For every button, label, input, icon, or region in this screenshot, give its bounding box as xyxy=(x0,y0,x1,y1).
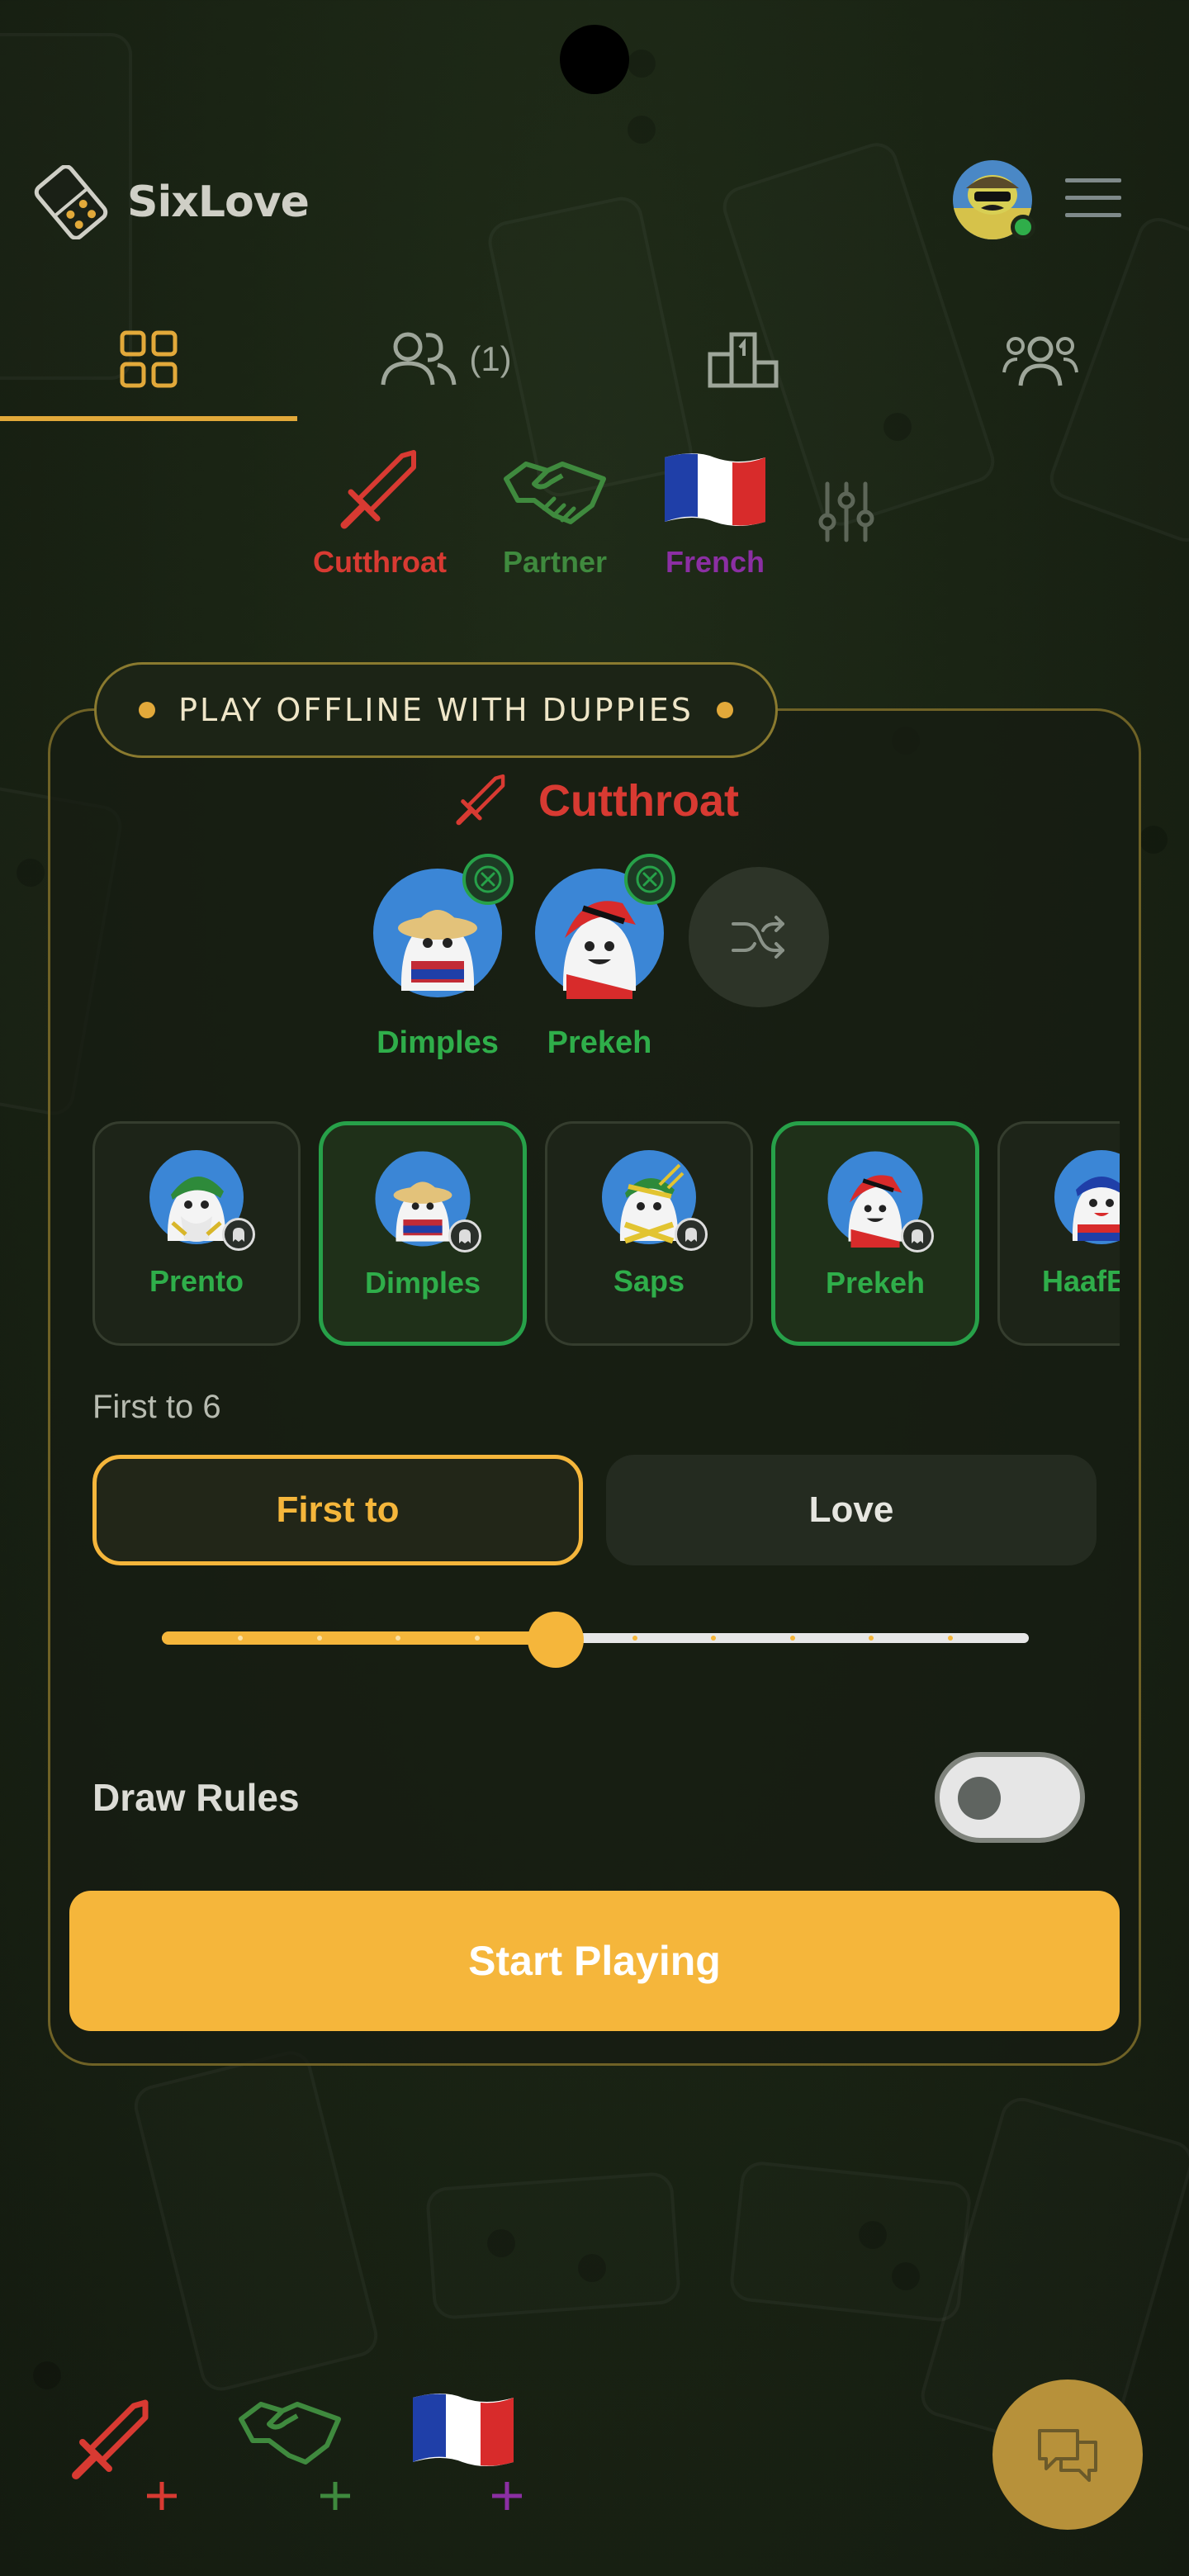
roster-card-prento[interactable]: Prento xyxy=(92,1121,301,1346)
ghost-badge-icon xyxy=(222,1218,255,1251)
first-to-option[interactable]: First to xyxy=(92,1455,583,1565)
slider-tick xyxy=(632,1636,637,1641)
tab-leaderboard[interactable] xyxy=(594,297,892,421)
slider-tick xyxy=(316,1636,322,1641)
selected-player: Prekeh xyxy=(525,854,675,1061)
slider-thumb[interactable] xyxy=(528,1612,585,1668)
brand[interactable]: SixLove xyxy=(33,165,310,239)
selected-player-name: Prekeh xyxy=(547,1025,652,1060)
start-playing-button[interactable]: Start Playing xyxy=(69,1891,1120,2031)
duppy-avatar xyxy=(1053,1148,1120,1246)
roster-card-prekeh[interactable]: Prekeh xyxy=(771,1121,979,1346)
score-slider[interactable] xyxy=(162,1612,1029,1668)
offline-mode-banner: PLAY OFFLINE WITH DUPPIES xyxy=(94,662,778,758)
french-flag-icon xyxy=(665,453,765,526)
main-tabs: (1) xyxy=(0,297,1189,421)
duppy-image xyxy=(1054,1150,1120,1244)
friends-count: (1) xyxy=(469,339,512,378)
banner-dot-right xyxy=(716,702,733,718)
roster-card-haafeed[interactable]: HaafEed xyxy=(997,1121,1120,1346)
app-header: SixLove xyxy=(0,149,1189,256)
ghost-badge-icon xyxy=(901,1219,934,1252)
roster-name: Prekeh xyxy=(825,1266,926,1300)
roster-name: HaafEed xyxy=(1041,1264,1120,1298)
french-flag-plus-icon xyxy=(413,2394,522,2510)
shuffle-opponents-button[interactable] xyxy=(689,867,829,1007)
hamburger-menu-icon[interactable] xyxy=(1063,173,1123,223)
roster-card-saps[interactable]: Saps xyxy=(545,1121,753,1346)
duppy-avatar-prekeh xyxy=(533,854,675,999)
love-option[interactable]: Love xyxy=(606,1455,1097,1565)
mode-french-label: French xyxy=(665,545,765,579)
ghost-badge-icon xyxy=(448,1219,481,1252)
remove-dimples-button[interactable] xyxy=(462,854,514,905)
selected-player-name: Dimples xyxy=(377,1025,499,1060)
duppy-avatar xyxy=(374,1150,481,1252)
handshake-icon xyxy=(504,462,606,524)
duppy-roster: Prento Dimples Saps Prekeh HaafE xyxy=(92,1121,1120,1349)
duppy-avatar xyxy=(148,1148,255,1251)
draw-rules-label: Draw Rules xyxy=(92,1776,300,1819)
selected-player: Dimples xyxy=(363,854,514,1061)
mode-cutthroat[interactable]: Cutthroat xyxy=(297,446,462,611)
grid-icon xyxy=(120,330,178,388)
mode-title-text: Cutthroat xyxy=(538,776,739,826)
settings-button[interactable] xyxy=(817,479,875,549)
user-avatar[interactable] xyxy=(951,159,1035,241)
tab-friends[interactable]: (1) xyxy=(297,297,594,421)
quick-add-french[interactable] xyxy=(410,2386,550,2535)
sword-icon xyxy=(456,774,505,826)
handshake-plus-icon xyxy=(239,2402,350,2510)
chat-icon xyxy=(1038,2429,1097,2482)
quick-add-cutthroat[interactable] xyxy=(66,2386,206,2535)
tab-groups[interactable] xyxy=(892,297,1189,421)
duppy-avatar xyxy=(600,1148,708,1251)
score-target-label: First to 6 xyxy=(92,1389,221,1425)
sword-plus-icon xyxy=(72,2399,177,2510)
roster-name: Dimples xyxy=(364,1266,481,1300)
slider-fill xyxy=(162,1631,557,1645)
app-name: SixLove xyxy=(127,178,310,227)
banner-text: PLAY OFFLINE WITH DUPPIES xyxy=(178,692,694,728)
sliders-icon xyxy=(818,481,874,542)
duppy-avatar-dimples xyxy=(372,854,514,999)
quick-add-partner[interactable] xyxy=(236,2386,377,2535)
slider-tick xyxy=(789,1636,795,1641)
slider-tick xyxy=(474,1636,480,1641)
tab-games[interactable] xyxy=(0,297,297,421)
online-status-dot xyxy=(1011,215,1035,239)
duppy-avatar xyxy=(827,1150,934,1252)
domino-logo-icon xyxy=(34,165,108,239)
shuffle-icon xyxy=(732,916,784,959)
remove-prekeh-button[interactable] xyxy=(624,854,675,905)
mode-cutthroat-label: Cutthroat xyxy=(313,545,447,579)
chat-button[interactable] xyxy=(992,2379,1143,2530)
selected-opponents: Dimples Prekeh xyxy=(363,854,859,1065)
close-icon xyxy=(636,865,664,893)
toggle-knob xyxy=(958,1777,1001,1820)
close-icon xyxy=(474,865,502,893)
roster-name: Prento xyxy=(149,1264,244,1298)
camera-cutout xyxy=(560,25,629,94)
selected-mode-title: Cutthroat xyxy=(452,768,739,834)
groups-icon xyxy=(1002,336,1078,386)
roster-name: Saps xyxy=(613,1264,685,1298)
leaderboard-icon xyxy=(708,332,779,388)
friends-icon xyxy=(381,332,457,386)
mode-partner-label: Partner xyxy=(502,545,608,579)
draw-rules-toggle[interactable] xyxy=(935,1752,1085,1843)
mode-french[interactable]: French xyxy=(632,446,798,611)
banner-dot-left xyxy=(139,702,156,718)
mode-partner[interactable]: Partner xyxy=(472,446,637,611)
game-mode-selector: Cutthroat Partner French xyxy=(297,446,892,611)
roster-card-dimples[interactable]: Dimples xyxy=(319,1121,527,1346)
sword-icon xyxy=(340,450,416,529)
ghost-badge-icon xyxy=(675,1218,708,1251)
slider-tick xyxy=(947,1636,953,1641)
